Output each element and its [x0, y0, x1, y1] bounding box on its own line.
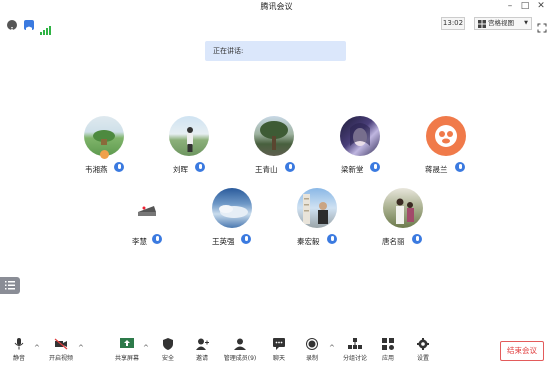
share-options-caret[interactable]: ^: [143, 344, 149, 352]
gear-icon: [417, 338, 429, 350]
breakout-rooms-label: 分组讨论: [342, 355, 367, 362]
participant-name: 韦湘燕: [85, 165, 108, 174]
invite-user-icon: [196, 338, 209, 350]
manage-members-label: 管理成员(9): [223, 355, 257, 362]
participant-name: 李慧: [132, 237, 147, 246]
participant-name: 秦宏毅: [297, 237, 320, 246]
microphone-icon: [370, 162, 380, 172]
record-button[interactable]: 录制: [297, 338, 327, 362]
avatar: [254, 116, 294, 156]
speaking-indicator: 正在讲话:: [205, 41, 346, 61]
microphone-icon: [285, 162, 295, 172]
avatar: [340, 116, 380, 156]
participant-name: 王青山: [255, 165, 278, 174]
security-button[interactable]: 安全: [153, 338, 183, 362]
microphone-icon: [152, 234, 162, 244]
window-title: 腾讯会议: [260, 2, 293, 11]
meeting-timer: 13:02: [441, 17, 465, 30]
record-options-caret[interactable]: ^: [329, 344, 335, 352]
host-badge-icon: [100, 150, 109, 159]
apps-label: 应用: [381, 355, 394, 362]
title-bar: 腾讯会议 – □ ✕: [0, 0, 553, 14]
grid-icon: [478, 20, 486, 28]
signal-icon[interactable]: [40, 20, 52, 39]
video-off-icon: [54, 338, 68, 350]
minimize-icon[interactable]: –: [504, 1, 516, 12]
microphone-icon: [14, 338, 24, 350]
security-label: 安全: [161, 355, 174, 362]
avatar: [383, 188, 423, 228]
microphone-icon: [327, 234, 337, 244]
record-label: 录制: [305, 355, 318, 362]
fullscreen-icon[interactable]: [537, 18, 547, 37]
invite-button[interactable]: 邀请: [187, 338, 217, 362]
mute-button[interactable]: 静音: [4, 338, 34, 362]
info-icon[interactable]: [7, 20, 17, 33]
chevron-down-icon: ▼: [524, 20, 528, 26]
microphone-icon: [241, 234, 251, 244]
shield-icon: [163, 338, 173, 350]
start-video-button[interactable]: 开启视频: [45, 338, 77, 362]
avatar: [212, 188, 252, 228]
start-video-label: 开启视频: [48, 355, 73, 362]
view-mode-button[interactable]: 宫格视图 ▼: [474, 17, 532, 30]
avatar: [126, 188, 166, 228]
participant-name: 唐名丽: [382, 237, 405, 246]
mute-options-caret[interactable]: ^: [34, 344, 40, 352]
microphone-icon: [455, 162, 465, 172]
settings-button[interactable]: 设置: [408, 338, 438, 362]
meeting-window: 腾讯会议 – □ ✕ 13:02 宫格视图 ▼ 正在讲话: 韦湘燕 刘晖 王青山…: [0, 0, 553, 366]
share-screen-icon: [120, 338, 134, 348]
members-icon: [234, 338, 246, 350]
chat-label: 聊天: [272, 355, 285, 362]
meeting-top-bar: [0, 15, 553, 35]
microphone-icon: [195, 162, 205, 172]
close-icon[interactable]: ✕: [535, 1, 547, 12]
maximize-icon[interactable]: □: [519, 1, 531, 12]
mute-label: 静音: [12, 355, 25, 362]
avatar: [297, 188, 337, 228]
microphone-icon: [412, 234, 422, 244]
list-icon: [5, 281, 15, 290]
microphone-icon: [114, 162, 124, 172]
avatar: [426, 116, 466, 156]
chat-button[interactable]: 聊天: [264, 338, 294, 362]
settings-label: 设置: [416, 355, 429, 362]
shield-icon[interactable]: [24, 20, 34, 34]
participant-name: 蒋晟兰: [425, 165, 448, 174]
side-panel-button[interactable]: [0, 277, 20, 294]
participant-name: 刘晖: [173, 165, 188, 174]
breakout-icon: [348, 338, 362, 349]
participant-name: 王英强: [212, 237, 235, 246]
chat-icon: [273, 338, 285, 350]
breakout-rooms-button[interactable]: 分组讨论: [339, 338, 371, 362]
record-icon: [306, 338, 318, 350]
avatar: [169, 116, 209, 156]
end-meeting-button[interactable]: 结束会议: [500, 341, 544, 361]
invite-label: 邀请: [195, 355, 208, 362]
manage-members-button[interactable]: 管理成员(9): [222, 338, 258, 362]
apps-icon: [382, 338, 394, 350]
apps-button[interactable]: 应用: [373, 338, 403, 362]
view-mode-label: 宫格视图: [488, 19, 514, 27]
share-screen-label: 共享屏幕: [114, 355, 139, 362]
participant-name: 梁新堂: [341, 165, 364, 174]
video-options-caret[interactable]: ^: [78, 344, 84, 352]
share-screen-button[interactable]: 共享屏幕: [111, 338, 143, 362]
